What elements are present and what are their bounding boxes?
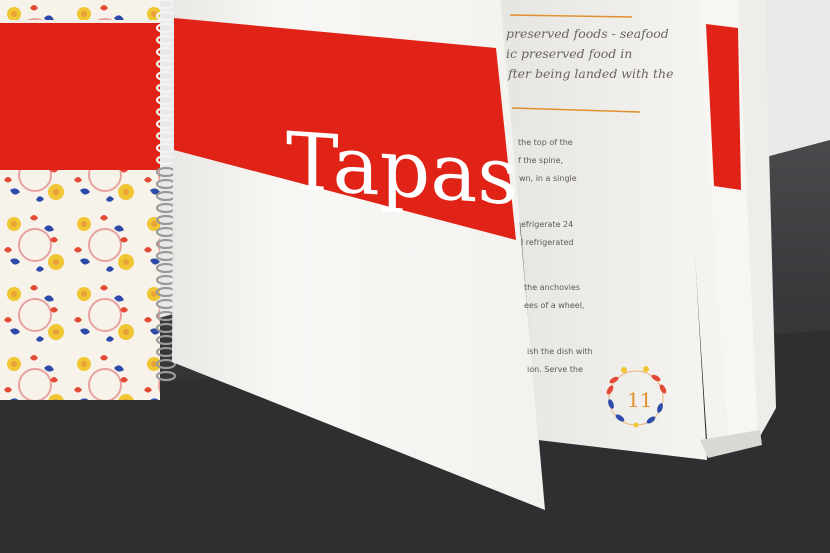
text-line: wn, in a single — [519, 174, 577, 183]
page-number: 11 — [627, 388, 652, 412]
text-line: preserved foods - seafood — [506, 26, 669, 41]
text-line: f the spine, — [518, 156, 563, 165]
text-line: the top of the — [518, 138, 573, 147]
text-line: ish the dish with — [527, 347, 593, 356]
cover-red-band — [0, 22, 160, 170]
cover-left — [0, 0, 160, 400]
text-line: ic preserved food in — [506, 46, 632, 61]
text-line: efrigerate 24 — [521, 220, 573, 229]
page-title: Tapas — [286, 115, 518, 223]
text-line: ees of a wheel, — [524, 301, 584, 310]
text-line: l refrigerated — [521, 238, 573, 247]
photo-scene: Tapas preserved foods - seafood ic prese… — [0, 0, 830, 553]
text-line: fter being landed with the — [507, 66, 674, 81]
text-line: the anchovies — [524, 283, 580, 292]
text-line: ion. Serve the — [527, 365, 583, 374]
